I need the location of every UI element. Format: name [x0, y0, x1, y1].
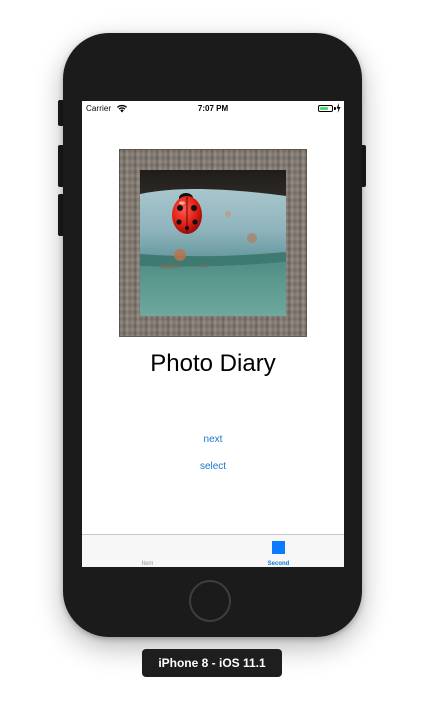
- home-button[interactable]: [189, 580, 231, 622]
- simulator-stage: Carrier 7:07 PM Photo Diary next select …: [0, 0, 425, 719]
- ladybug-image: [140, 170, 286, 316]
- page-title: Photo Diary: [150, 350, 276, 377]
- battery-icon: [318, 105, 333, 112]
- next-button[interactable]: next: [82, 434, 344, 445]
- ladybug-photo: [140, 170, 286, 316]
- device-label: iPhone 8 - iOS 11.1: [142, 649, 282, 677]
- tab-second[interactable]: Second: [213, 535, 344, 567]
- select-button[interactable]: select: [82, 461, 344, 472]
- status-time: 7:07 PM: [197, 104, 229, 113]
- app-screen: Carrier 7:07 PM Photo Diary next select …: [82, 101, 344, 567]
- status-bar: Carrier 7:07 PM: [82, 101, 344, 117]
- photo-frame: [119, 149, 307, 337]
- battery-level-fill: [320, 107, 328, 110]
- tab-item[interactable]: Item: [82, 535, 213, 567]
- square-icon: [272, 541, 285, 554]
- tab-bar: Item Second: [82, 534, 344, 567]
- tab-item-label: Item: [141, 561, 154, 567]
- tab-second-label: Second: [267, 561, 290, 567]
- charging-bolt-icon: [336, 103, 341, 113]
